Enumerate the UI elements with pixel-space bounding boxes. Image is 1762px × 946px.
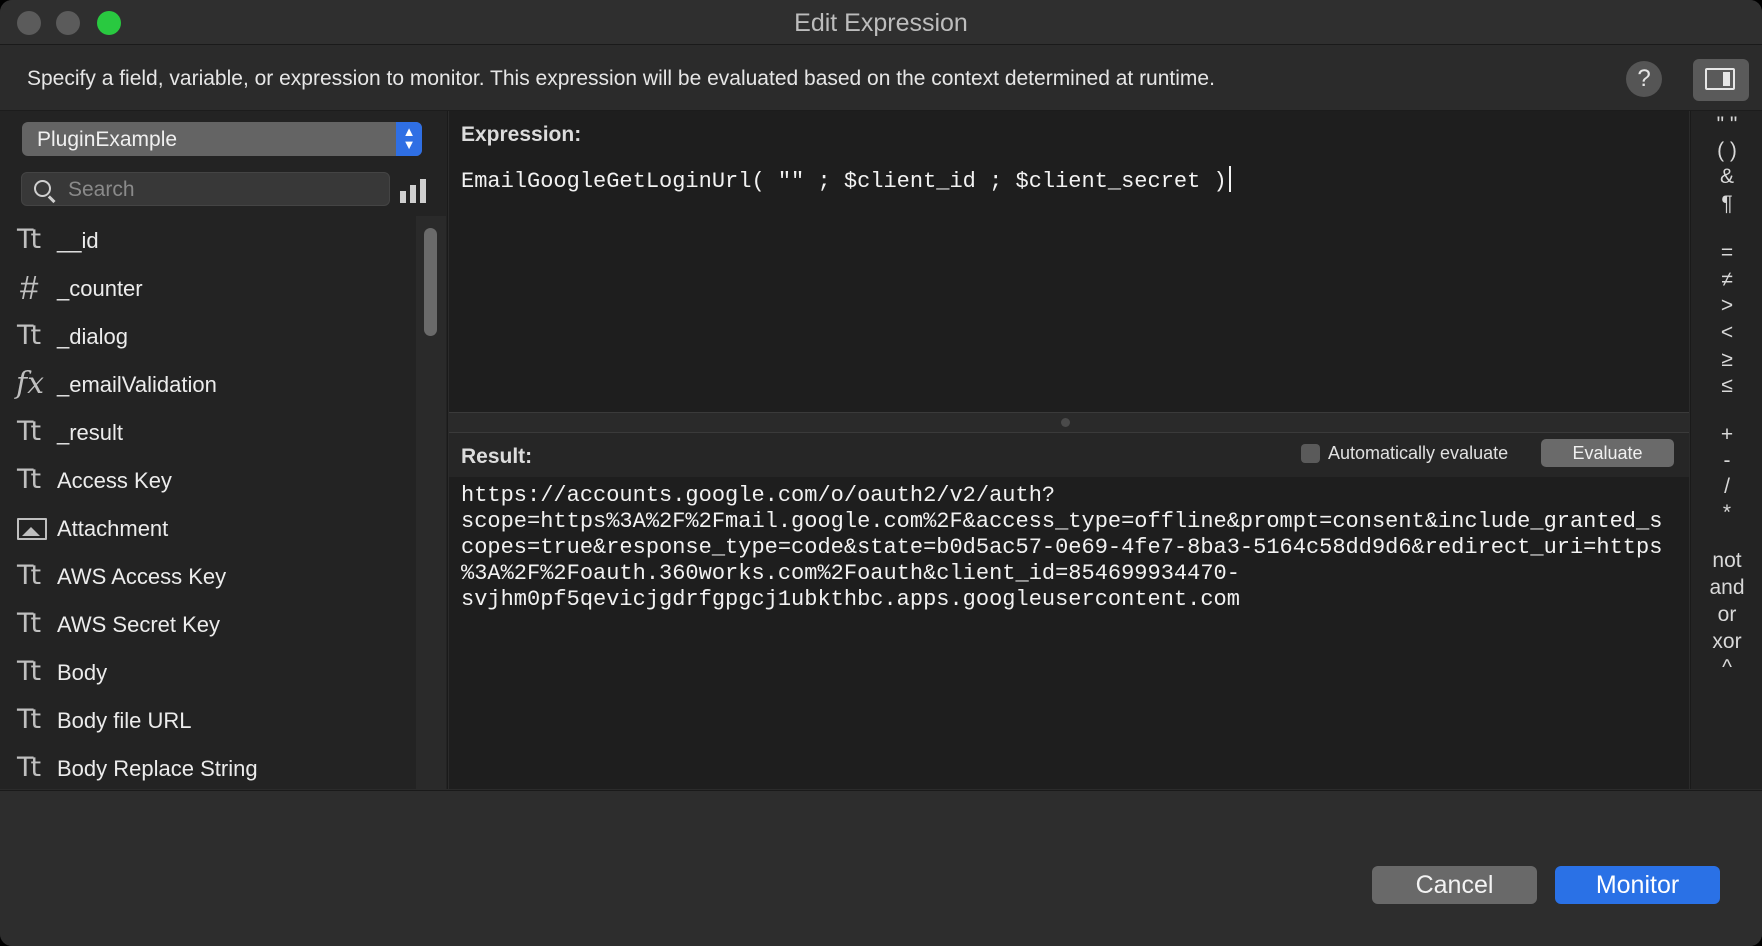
operator-button[interactable]: < — [1691, 321, 1762, 345]
file-selector-value: PluginExample — [37, 128, 178, 151]
field-list-item[interactable]: Tt Body file URL — [0, 696, 412, 744]
operator-button[interactable]: + — [1691, 423, 1762, 447]
text-type-icon: Tt — [17, 224, 41, 255]
field-list-item[interactable]: Tt Access Key — [0, 456, 412, 504]
divider-handle-icon — [1061, 418, 1070, 427]
field-name: _dialog — [57, 324, 128, 349]
result-line: https://accounts.google.com/o/oauth2/v2/… — [461, 483, 1056, 508]
text-type-icon: Tt — [17, 704, 41, 735]
calculation-fx-icon: fx — [16, 366, 45, 401]
operator-button[interactable]: ( ) — [1691, 139, 1762, 163]
sort-options-icon[interactable] — [400, 179, 428, 203]
result-line: copes=true&response_type=code&state=b0d5… — [461, 535, 1663, 560]
field-name: _result — [57, 420, 124, 445]
field-name: Access Key — [57, 468, 172, 493]
text-type-icon: Tt — [17, 416, 41, 447]
operator-palette: " "( ) & ¶ = ≠ > < ≥ ≤ + - / * not and or xor ^ — [1690, 111, 1762, 789]
field-list-item[interactable]: Tt Body — [0, 648, 412, 696]
expression-area: Expression: EmailGoogleGetLoginUrl( "" ;… — [449, 111, 1689, 789]
operator-button[interactable]: * — [1691, 501, 1762, 525]
number-type-icon: # — [20, 269, 39, 306]
field-name: Attachment — [57, 516, 169, 541]
operator-button[interactable]: ^ — [1691, 656, 1762, 680]
field-name: AWS Access Key — [57, 564, 227, 589]
expression-text: EmailGoogleGetLoginUrl( "" ; $client_id … — [461, 169, 1227, 194]
operator-button[interactable]: or — [1691, 603, 1762, 627]
description-text: Specify a field, variable, or expression… — [27, 67, 1215, 90]
operator-button[interactable]: - — [1691, 449, 1762, 473]
field-list-item[interactable]: Tt _result — [0, 408, 412, 456]
field-name: _counter — [57, 276, 143, 301]
operator-button[interactable]: = — [1691, 241, 1762, 265]
result-output: https://accounts.google.com/o/oauth2/v2/… — [461, 483, 1681, 613]
operator-button[interactable]: ≥ — [1691, 348, 1762, 372]
sidebar-icon — [1705, 68, 1735, 90]
split-view-divider[interactable] — [449, 412, 1689, 433]
field-list-item[interactable]: # _counter — [0, 264, 412, 312]
operator-button[interactable]: ¶ — [1691, 192, 1762, 216]
result-line: %3A%2F%2Foauth.360works.com%2Foauth&clie… — [461, 561, 1240, 586]
container-image-icon — [17, 518, 47, 540]
cancel-button[interactable]: Cancel — [1372, 866, 1537, 904]
bar — [410, 185, 416, 203]
operator-button[interactable]: / — [1691, 475, 1762, 499]
operator-button[interactable]: & — [1691, 165, 1762, 189]
operator-button[interactable]: not — [1691, 549, 1762, 573]
result-line: scope=https%3A%2F%2Fmail.google.com%2F&a… — [461, 509, 1663, 534]
field-name: Body Replace String — [57, 756, 258, 781]
description-bar: Specify a field, variable, or expression… — [0, 45, 1762, 111]
operator-button[interactable]: ≤ — [1691, 374, 1762, 398]
result-line: svjhm0pf5qevicjgdrfgpgcj1ubkthbc.apps.go… — [461, 587, 1240, 612]
dialog-footer: Cancel Monitor — [0, 790, 1762, 946]
field-name: Body — [57, 660, 108, 685]
bar — [420, 179, 426, 203]
result-header: Result: Automatically evaluate Evaluate — [449, 433, 1689, 477]
text-type-icon: Tt — [17, 464, 41, 495]
search-input[interactable] — [66, 176, 370, 204]
field-list-item[interactable]: Tt AWS Access Key — [0, 552, 412, 600]
text-type-icon: Tt — [17, 752, 41, 783]
bar — [400, 191, 406, 203]
search-icon — [34, 180, 51, 197]
monitor-button[interactable]: Monitor — [1555, 866, 1720, 904]
auto-evaluate-checkbox[interactable] — [1301, 444, 1320, 463]
help-button[interactable]: ? — [1626, 61, 1662, 97]
expression-editor[interactable]: EmailGoogleGetLoginUrl( "" ; $client_id … — [461, 166, 1231, 194]
operator-button[interactable]: > — [1691, 294, 1762, 318]
text-type-icon: Tt — [17, 320, 41, 351]
field-name: _emailValidation — [57, 372, 217, 397]
edit-expression-dialog: Edit Expression Specify a field, variabl… — [0, 0, 1762, 946]
text-type-icon: Tt — [17, 656, 41, 687]
field-picker-panel: PluginExample ▲▼ Tt __id # _counter Tt _dialo… — [0, 111, 448, 789]
expression-label: Expression: — [461, 123, 582, 146]
field-list-item[interactable]: Tt Body Replace String — [0, 744, 412, 789]
field-list-item[interactable]: Tt __id — [0, 216, 412, 264]
evaluate-button[interactable]: Evaluate — [1541, 439, 1674, 467]
title-bar: Edit Expression — [0, 0, 1762, 45]
scrollbar-thumb[interactable] — [424, 228, 437, 336]
operator-button[interactable]: ≠ — [1691, 268, 1762, 292]
search-field[interactable] — [21, 172, 390, 206]
file-selector-popup[interactable]: PluginExample ▲ ▼ — [22, 122, 422, 156]
text-type-icon: Tt — [17, 608, 41, 639]
up-down-chevron-icon: ▲ ▼ — [396, 122, 422, 156]
field-list-item[interactable]: Tt AWS Secret Key — [0, 600, 412, 648]
operator-button[interactable]: " " — [1691, 113, 1762, 137]
text-caret — [1228, 166, 1231, 192]
field-list-item[interactable]: fx _emailValidation — [0, 360, 412, 408]
operator-button[interactable]: xor — [1691, 630, 1762, 654]
field-name: AWS Secret Key — [57, 612, 221, 637]
field-list-item[interactable]: Tt _dialog — [0, 312, 412, 360]
field-list: Tt __id # _counter Tt _dialogfx _emailValidati… — [0, 216, 412, 789]
toggle-sidebar-button[interactable] — [1693, 59, 1749, 101]
field-name: Body file URL — [57, 708, 192, 733]
auto-evaluate-label[interactable]: Automatically evaluate — [1328, 443, 1508, 464]
result-label: Result: — [461, 445, 533, 468]
operator-button[interactable]: and — [1691, 576, 1762, 600]
field-list-item[interactable]: Attachment — [0, 504, 412, 552]
window-title: Edit Expression — [794, 9, 968, 37]
field-name: __id — [57, 228, 99, 253]
text-type-icon: Tt — [17, 560, 41, 591]
